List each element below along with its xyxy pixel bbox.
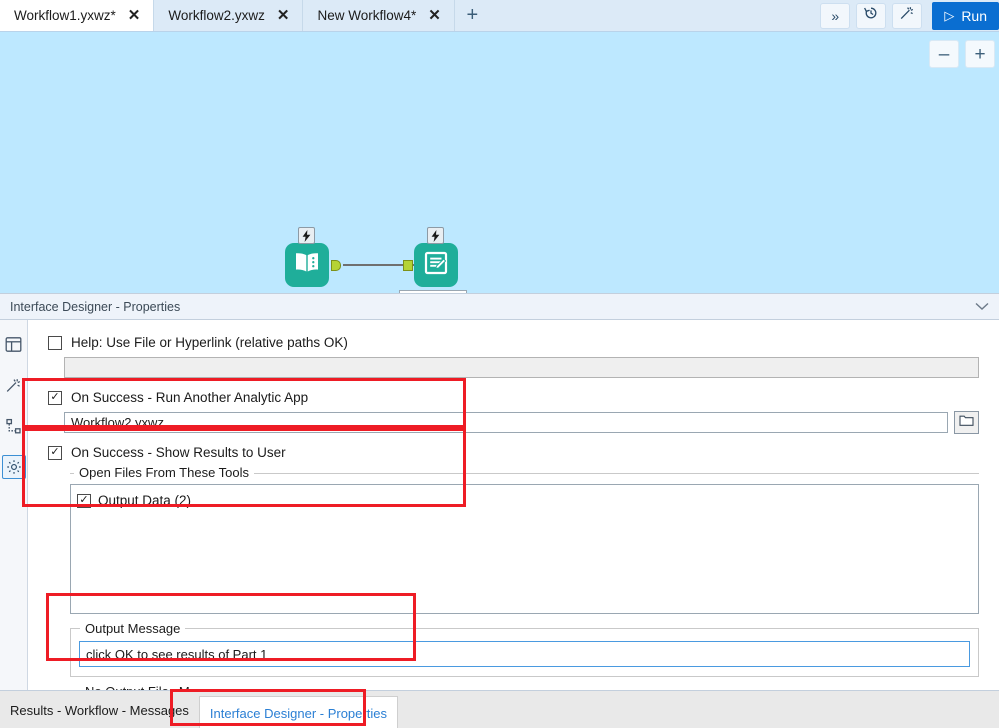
run-another-app-checkbox-row[interactable]: ✓ On Success - Run Another Analytic App	[48, 388, 991, 407]
output-message-input[interactable]: click OK to see results of Part 1	[79, 641, 970, 667]
output-data-tool-box[interactable]	[414, 243, 458, 287]
lightning-badge-icon	[427, 227, 444, 244]
output-message-legend: Output Message	[80, 621, 186, 636]
open-files-group-legend: Open Files From These Tools	[74, 465, 255, 480]
tab-results-workflow-messages[interactable]: Results - Workflow - Messages	[0, 696, 199, 724]
help-checkbox-label: Help: Use File or Hyperlink (relative pa…	[71, 335, 348, 350]
folder-icon	[959, 414, 974, 432]
output-data-document-icon	[423, 250, 449, 281]
run-another-app-input-row: Workflow2.yxwz	[64, 411, 979, 434]
close-icon[interactable]: ✕	[126, 7, 143, 24]
help-file-input[interactable]	[64, 357, 979, 378]
input-data-tool[interactable]	[285, 227, 341, 287]
lightning-badge-icon	[298, 227, 315, 244]
output-message-group: Output Message click OK to see results o…	[70, 621, 979, 677]
app-properties-form: Help: Use File or Hyperlink (relative pa…	[28, 320, 999, 690]
workflow-tab-1-label: Workflow1.yxwz*	[14, 8, 116, 23]
properties-panel-header: Interface Designer - Properties	[0, 293, 999, 320]
open-files-group-top-border: Open Files From These Tools	[70, 465, 979, 480]
help-checkbox[interactable]	[48, 335, 62, 350]
open-files-listbox[interactable]: ✓ Output Data (2)	[70, 484, 979, 614]
run-another-app-input[interactable]: Workflow2.yxwz	[64, 412, 948, 433]
magic-wand-icon	[899, 5, 915, 26]
properties-panel-title: Interface Designer - Properties	[10, 299, 181, 314]
gear-icon[interactable]	[1, 455, 26, 479]
tab-interface-designer-properties[interactable]: Interface Designer - Properties	[198, 696, 398, 728]
workflow-tab-3[interactable]: New Workflow4* ✕	[303, 0, 455, 31]
history-icon	[863, 5, 879, 26]
designer-icon-rail	[0, 320, 28, 690]
help-checkbox-row[interactable]: Help: Use File or Hyperlink (relative pa…	[48, 333, 991, 352]
output-data-tool[interactable]	[403, 227, 458, 287]
top-toolbar: » ▷ Run	[814, 0, 999, 31]
show-results-checkbox[interactable]: ✓	[48, 445, 62, 460]
tab-bar-spacer	[491, 0, 814, 31]
magic-wand-icon[interactable]	[2, 373, 26, 397]
bottom-tab-bar: Results - Workflow - Messages Interface …	[0, 690, 999, 728]
workflow-tab-bar: Workflow1.yxwz* ✕ Workflow2.yxwz ✕ New W…	[0, 0, 999, 32]
workflow-tab-2-label: Workflow2.yxwz	[168, 8, 265, 23]
more-options-button[interactable]: »	[820, 2, 851, 29]
run-another-app-label: On Success - Run Another Analytic App	[71, 390, 309, 405]
magic-wand-button[interactable]	[892, 2, 923, 29]
zoom-in-button[interactable]: +	[965, 40, 995, 68]
chevron-double-right-icon: »	[831, 7, 840, 24]
workflow-canvas[interactable]: – +	[0, 32, 999, 293]
browse-button[interactable]	[954, 411, 979, 434]
run-button[interactable]: ▷ Run	[932, 1, 999, 30]
zoom-out-button[interactable]: –	[929, 40, 959, 68]
close-icon[interactable]: ✕	[426, 7, 443, 24]
canvas-zoom-controls: – +	[929, 40, 995, 68]
history-button[interactable]	[856, 2, 887, 29]
properties-panel-body: Help: Use File or Hyperlink (relative pa…	[0, 320, 999, 690]
output-data-label: Output Data (2)	[98, 493, 192, 508]
run-another-app-checkbox[interactable]: ✓	[48, 390, 62, 405]
show-results-label: On Success - Show Results to User	[71, 445, 286, 460]
chevron-down-icon[interactable]	[975, 299, 989, 314]
input-port[interactable]	[403, 260, 413, 271]
output-port[interactable]	[331, 260, 341, 271]
input-data-tool-box[interactable]	[285, 243, 329, 287]
hierarchy-icon[interactable]	[2, 414, 26, 438]
show-results-checkbox-row[interactable]: ✓ On Success - Show Results to User	[48, 443, 991, 462]
workflow-tab-2[interactable]: Workflow2.yxwz ✕	[154, 0, 304, 31]
close-icon[interactable]: ✕	[275, 7, 292, 24]
output-data-checkbox[interactable]: ✓	[77, 493, 91, 508]
open-files-group: Open Files From These Tools ✓ Output Dat…	[70, 465, 979, 614]
layout-icon[interactable]	[2, 332, 26, 356]
input-data-book-icon	[293, 251, 321, 280]
workflow-tab-3-label: New Workflow4*	[317, 8, 417, 23]
list-item[interactable]: ✓ Output Data (2)	[77, 491, 978, 510]
workflow-tab-1[interactable]: Workflow1.yxwz* ✕	[0, 0, 155, 31]
run-button-label: Run	[961, 7, 987, 24]
new-tab-button[interactable]: +	[455, 0, 491, 31]
play-icon: ▷	[944, 7, 955, 23]
